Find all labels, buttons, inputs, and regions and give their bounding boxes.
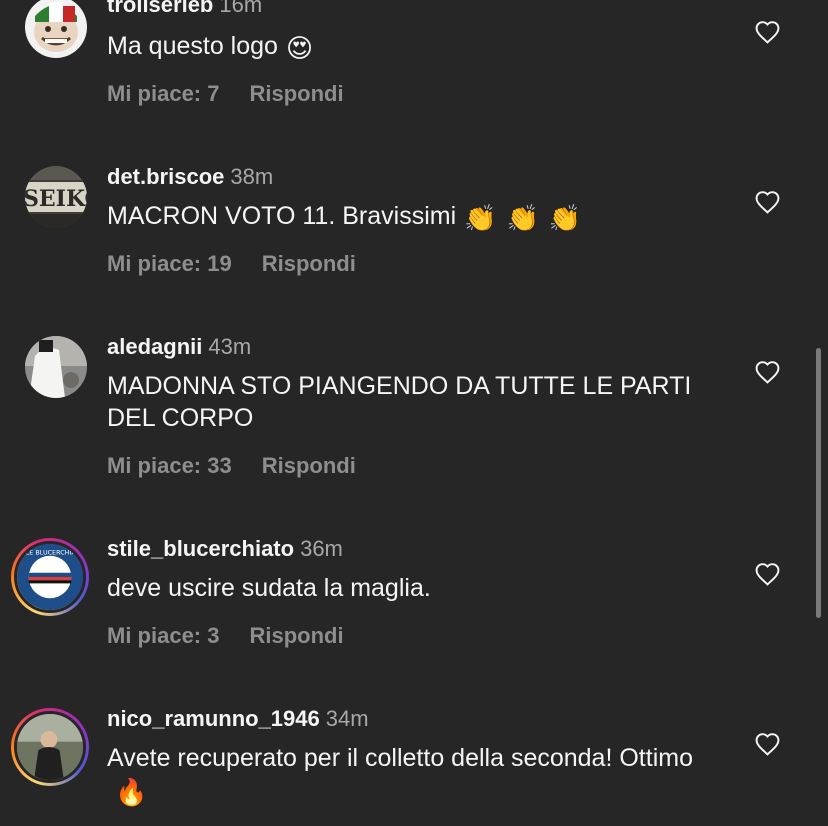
likes-count[interactable]: Mi piace: 7 [107,81,219,106]
avatar [14,711,86,783]
heart-outline-icon[interactable] [754,190,781,214]
reply-button[interactable]: Rispondi [262,251,356,276]
scrollbar[interactable] [816,348,821,618]
comment-text: Ma questo logo 😍 [107,30,727,62]
avatar: STILE BLUCERCHIATO [14,541,86,613]
comment-header: det.briscoe 38m [107,164,273,190]
comment-username[interactable]: det.briscoe [107,164,224,189]
avatar[interactable] [25,0,87,58]
avatar-logo-text: STILE BLUCERCHIATO [17,549,83,557]
avatar-story-ring[interactable]: STILE BLUCERCHIATO [11,538,89,616]
clapping-hands-emoji: 👏 [464,203,497,233]
avatar[interactable] [25,336,87,398]
comment-actions: Mi piace: 33 Rispondi [107,453,356,479]
comment-text-body: MACRON VOTO 11. Bravissimi [107,202,457,230]
comment-header: stile_blucerchiato 36m [107,536,343,562]
clapping-hands-emoji: 👏 [506,203,539,233]
comment-text: Avete recuperato per il colletto della s… [107,742,727,806]
comment-username[interactable]: aledagnii [107,334,202,359]
comment-username[interactable]: nico_ramunno_1946 [107,706,320,731]
heart-outline-icon[interactable] [754,360,781,384]
heart-eyes-emoji: 😍 [285,33,314,63]
comment-text-body: Avete recuperato per il colletto della s… [107,744,693,772]
comment-text-body: deve uscire sudata la maglia. [107,574,431,602]
comment-username[interactable]: stile_blucerchiato [107,536,294,561]
comment-text-body: Ma questo logo [107,32,278,60]
comment-header: nico_ramunno_1946 34m [107,706,369,732]
comment-time: 43m [208,334,252,359]
avatar[interactable]: SEIKO [25,166,87,228]
comment-text: MACRON VOTO 11. Bravissimi 👏 👏 👏 [107,200,727,232]
comment-text-body: MADONNA STO PIANGENDO DA TUTTE LE PARTI … [107,372,692,432]
comment-actions: Mi piace: 3 Rispondi [107,623,344,649]
comment-header: aledagnii 43m [107,334,251,360]
comments-list: trollserieb 16m Ma questo logo 😍 Mi piace:… [0,0,828,826]
clapping-hands-emoji: 👏 [548,203,582,233]
likes-count[interactable]: Mi piace: 19 [107,251,232,276]
comment-actions: Mi piace: 7 Rispondi [107,81,344,107]
heart-outline-icon[interactable] [754,732,781,756]
reply-button[interactable]: Rispondi [249,81,343,106]
comment-time: 38m [230,164,274,189]
comment-text: MADONNA STO PIANGENDO DA TUTTE LE PARTI … [107,370,727,434]
avatar-seiko-text: SEIKO [25,186,87,212]
comment-header: trollserieb 16m [107,0,262,18]
comment-text: deve uscire sudata la maglia. [107,572,727,604]
likes-count[interactable]: Mi piace: 33 [107,453,232,478]
comment-username[interactable]: trollserieb [107,0,213,17]
reply-button[interactable]: Rispondi [262,453,356,478]
heart-outline-icon[interactable] [754,562,781,586]
comment-time: 16m [219,0,263,17]
heart-outline-icon[interactable] [754,20,781,44]
fire-emoji: 🔥 [115,777,148,807]
likes-count[interactable]: Mi piace: 3 [107,623,219,648]
comment-time: 34m [325,706,369,731]
comment-time: 36m [300,536,343,561]
reply-button[interactable]: Rispondi [249,623,343,648]
comment-actions: Mi piace: 19 Rispondi [107,251,356,277]
avatar-story-ring[interactable] [11,708,89,786]
